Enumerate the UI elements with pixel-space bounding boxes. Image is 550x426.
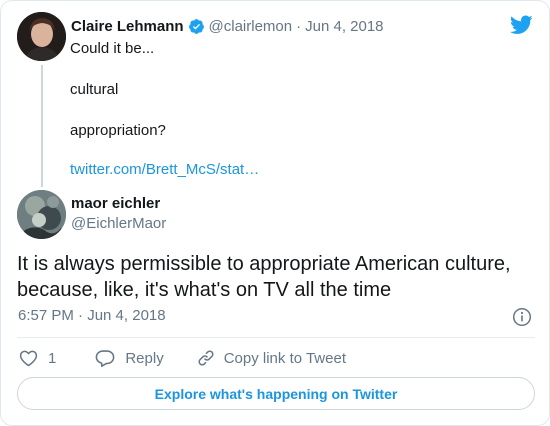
copy-link-label: Copy link to Tweet (223, 349, 346, 367)
avatar-claire-lehmann[interactable] (17, 12, 66, 61)
reply-author-name[interactable]: maor eichler (71, 195, 160, 212)
reply-button[interactable]: Reply (85, 349, 164, 367)
reply-label: Reply (125, 349, 164, 367)
parent-tweet-line-1: Could it be... (70, 40, 155, 57)
reply-bubble-icon (95, 349, 115, 367)
reply-tweet-text: It is always permissible to appropriate … (17, 253, 511, 301)
avatar-image (17, 190, 66, 239)
parent-tweet-line-2: cultural (70, 81, 119, 98)
parent-tweet-header: Claire Lehmann @clairlemon · Jun 4, 2018 (71, 15, 384, 37)
twitter-bird-icon[interactable] (510, 15, 533, 35)
explore-twitter-button[interactable]: Explore what's happening on Twitter (17, 377, 535, 410)
avatar-maor-eichler[interactable] (17, 190, 66, 239)
tweet-actions: 1 Reply Copy link to Tweet (19, 347, 346, 369)
like-button[interactable]: 1 (19, 349, 56, 367)
copy-link-button[interactable]: Copy link to Tweet (188, 349, 346, 367)
verified-badge-icon (188, 18, 205, 35)
parent-tweet-line-3: appropriation? (70, 122, 166, 139)
actions-divider (17, 337, 535, 338)
link-icon (197, 349, 215, 367)
header-separator: · (296, 17, 302, 35)
avatar-image (17, 12, 66, 61)
like-count: 1 (48, 349, 57, 367)
reply-author-handle[interactable]: @EichlerMaor (71, 215, 166, 232)
tweet-card: Claire Lehmann @clairlemon · Jun 4, 2018… (0, 0, 550, 426)
parent-author-name[interactable]: Claire Lehmann (71, 18, 184, 35)
info-icon[interactable] (512, 307, 532, 327)
parent-author-handle[interactable]: @clairlemon (209, 18, 293, 35)
parent-tweet-link[interactable]: twitter.com/Brett_McS/stat… (70, 160, 259, 180)
parent-tweet-date[interactable]: Jun 4, 2018 (305, 18, 383, 35)
tweet-timestamp[interactable]: 6:57 PM · Jun 4, 2018 (18, 307, 166, 324)
heart-icon (19, 349, 38, 367)
thread-connector-line (41, 65, 43, 187)
